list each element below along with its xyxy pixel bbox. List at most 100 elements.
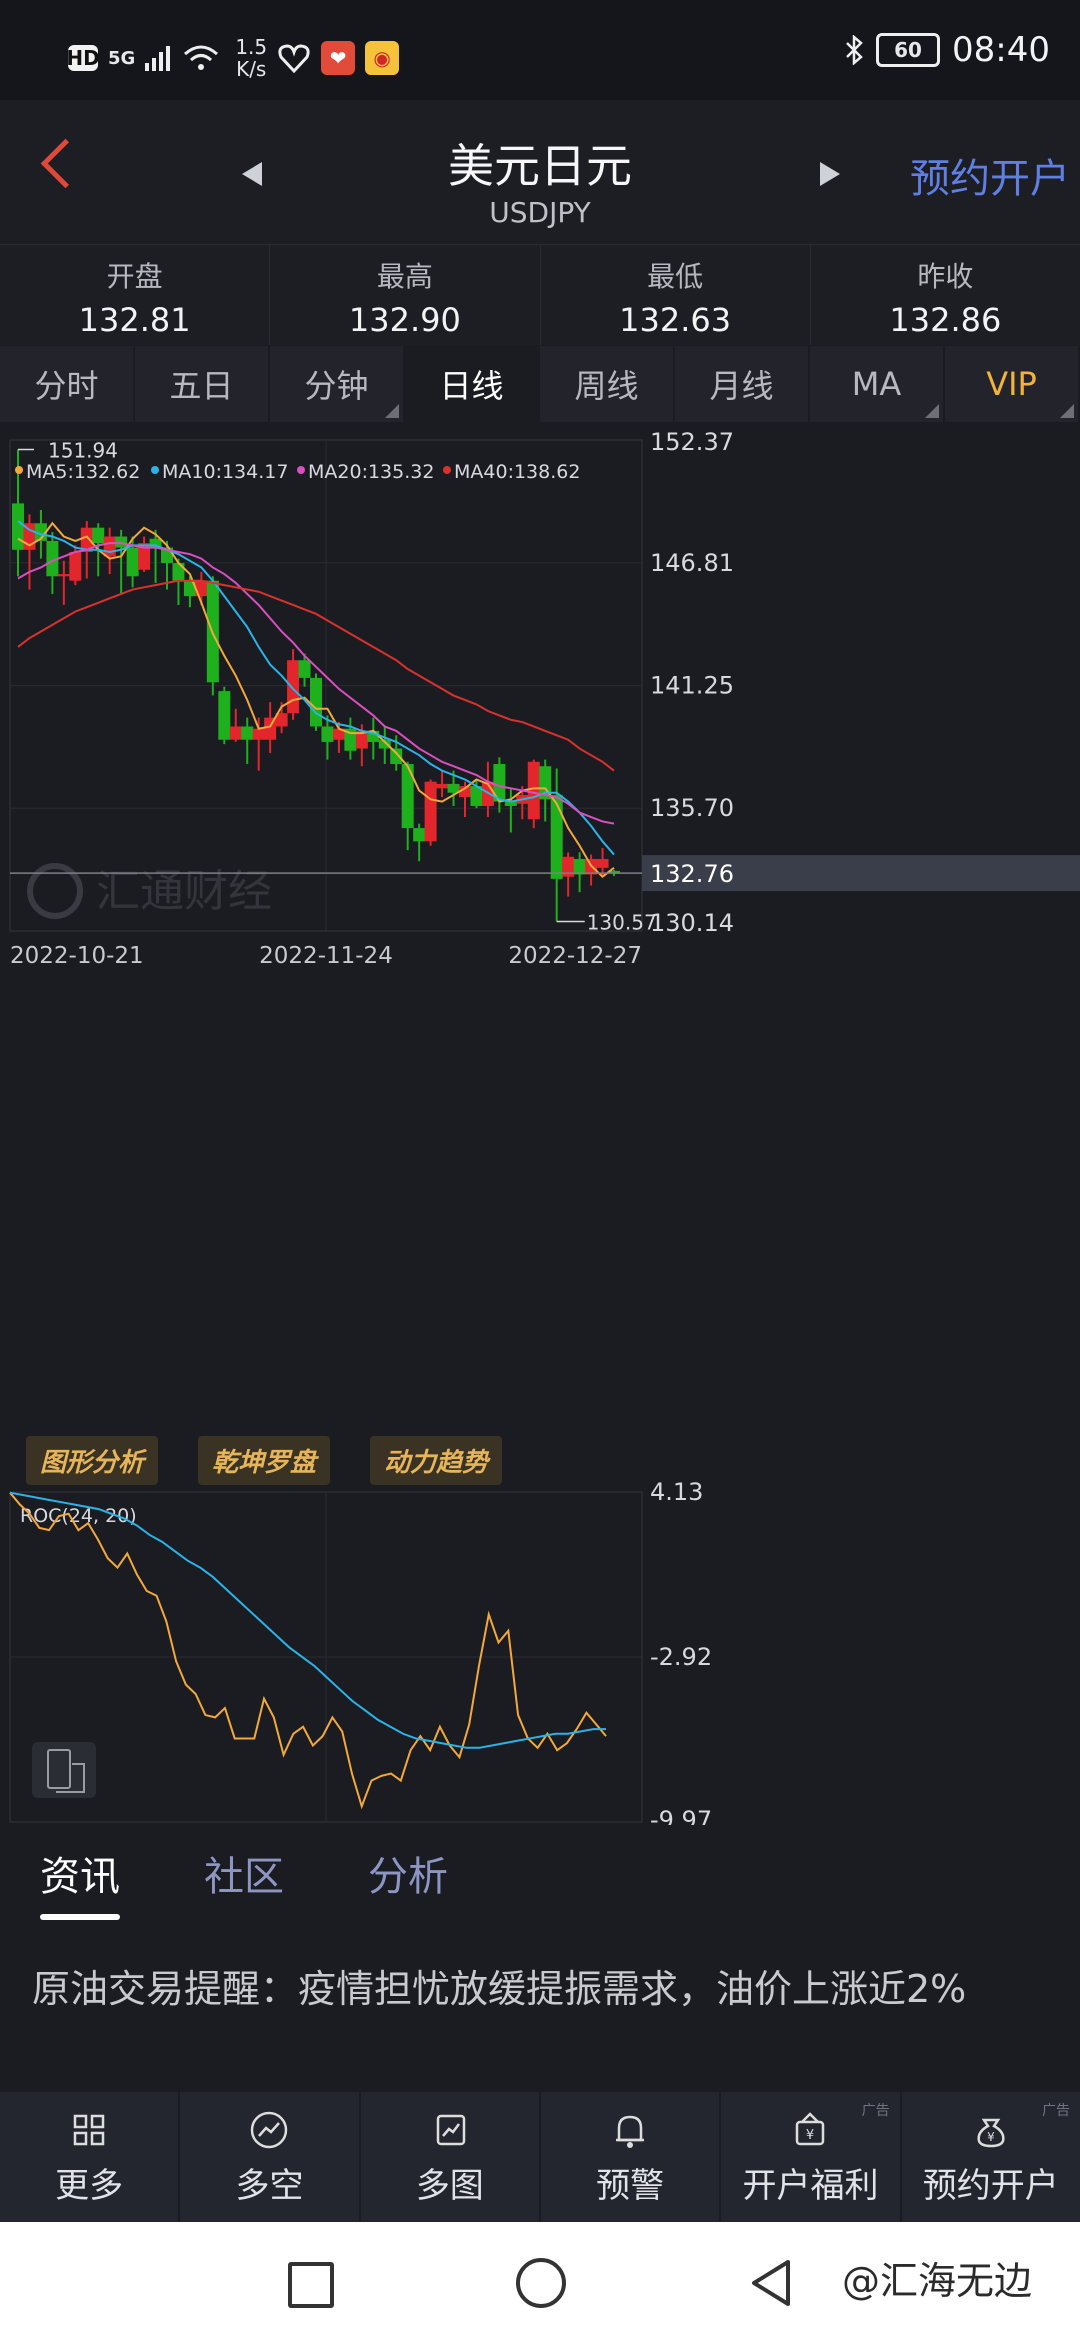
tab-ma[interactable]: MA xyxy=(810,346,945,422)
nav-label: 预警 xyxy=(596,2165,665,2206)
tab-community[interactable]: 社区 xyxy=(204,1844,284,1902)
weibo-icon: ◉ xyxy=(365,41,400,75)
ad-tag: 广告 xyxy=(1041,2103,1070,2119)
y-tick-label: 130.14 xyxy=(650,909,734,937)
y-tick-label: 4.13 xyxy=(650,1480,703,1506)
quote-label: 最低 xyxy=(647,260,704,293)
status-right: 60 08:40 xyxy=(844,30,1050,70)
current-price-label: 132.76 xyxy=(650,860,734,888)
tab-weekly[interactable]: 周线 xyxy=(540,346,675,422)
max-price-label: 151.94 xyxy=(48,438,118,462)
candle-body xyxy=(252,728,265,740)
candle-body xyxy=(424,781,437,842)
tab-daily[interactable]: 日线 xyxy=(405,346,540,422)
news-headline[interactable]: 原油交易提醒：疫情担忧放缓提振需求，油价上涨近2% xyxy=(32,1958,966,2013)
tab-monthly[interactable]: 月线 xyxy=(675,346,810,422)
hd-icon: HD xyxy=(66,45,100,71)
period-tabs: 分时 五日 分钟 日线 周线 月线 MA VIP xyxy=(0,346,1080,422)
y-tick-label: 152.37 xyxy=(650,428,734,456)
tab-five-day[interactable]: 五日 xyxy=(135,346,270,422)
footer-watermark: @汇海无边 xyxy=(842,2259,1033,2303)
quote-value: 132.90 xyxy=(348,301,461,339)
candle-body xyxy=(241,726,254,740)
compass-button[interactable]: 乾坤罗盘 xyxy=(198,1436,331,1485)
home-button[interactable] xyxy=(516,2258,566,2308)
tab-analysis[interactable]: 分析 xyxy=(368,1844,448,1902)
tab-vip-label: VIP xyxy=(986,365,1037,403)
money-bag-icon: ¥ xyxy=(977,2118,1005,2147)
candle-body xyxy=(573,858,586,875)
legend-item: MA20:135.32 xyxy=(308,461,434,483)
quote-row: 开盘 132.81 最高 132.90 最低 132.63 昨收 132.86 xyxy=(0,244,1080,345)
quote-value: 132.63 xyxy=(619,301,732,339)
net-speed-unit: K/s xyxy=(236,57,267,81)
svg-text:¥: ¥ xyxy=(806,2128,814,2143)
nav-label: 多图 xyxy=(415,2165,484,2206)
legend-dot xyxy=(297,466,305,474)
tab-vip[interactable]: VIP xyxy=(945,346,1080,422)
status-left: HD 5G 1.5 K/s ❤ ◉ xyxy=(66,36,400,80)
candle-body xyxy=(218,691,231,740)
legend-item: MA10:134.17 xyxy=(162,461,288,483)
tab-news[interactable]: 资讯 xyxy=(40,1844,120,1920)
news-tabs: 资讯 社区 分析 xyxy=(40,1844,448,1920)
dropdown-corner-icon xyxy=(385,404,399,418)
quote-label: 昨收 xyxy=(917,260,974,293)
nav-open-account[interactable]: 广告 ¥ 预约开户 xyxy=(902,2092,1080,2222)
x-tick-label: 2022-10-21 xyxy=(10,943,144,969)
graph-analysis-button[interactable]: 图形分析 xyxy=(26,1436,159,1485)
dropdown-corner-icon xyxy=(925,404,939,418)
next-symbol-icon[interactable] xyxy=(820,162,840,186)
nav-more[interactable]: 更多 xyxy=(0,2092,181,2222)
tab-minute[interactable]: 分钟 xyxy=(270,346,405,422)
candle-body xyxy=(57,574,70,577)
svg-text:¥: ¥ xyxy=(987,2130,995,2144)
quote-high: 最高 132.90 xyxy=(270,245,541,345)
candle-body xyxy=(310,677,322,727)
x-tick-label: 2022-11-24 xyxy=(259,943,393,969)
tab-intraday[interactable]: 分时 xyxy=(0,346,135,422)
nav-label: 多空 xyxy=(235,2165,304,2206)
x-tick-label: 2022-12-27 xyxy=(508,943,642,969)
candle-body xyxy=(172,563,185,581)
recents-button[interactable] xyxy=(288,2262,334,2308)
signal-icon: 5G xyxy=(108,47,136,69)
dropdown-corner-icon xyxy=(1060,404,1074,418)
candle-body xyxy=(390,748,403,765)
cell-bars-icon xyxy=(145,46,171,71)
status-time: 08:40 xyxy=(952,30,1050,70)
candlestick-chart[interactable]: 152.37146.81141.25135.70130.14汇通财经MA5:13… xyxy=(0,428,1080,1428)
nav-account-bonus[interactable]: 广告 ¥ 开户福利 xyxy=(721,2092,902,2222)
y-tick-label: 135.70 xyxy=(650,794,734,822)
nav-multi-chart[interactable]: 多图 xyxy=(361,2092,541,2222)
legend-dot xyxy=(15,466,23,474)
quote-prev-close: 昨收 132.86 xyxy=(811,245,1080,345)
nav-long-short[interactable]: 多空 xyxy=(180,2092,361,2222)
quote-label: 最高 xyxy=(376,260,433,293)
bluetooth-icon xyxy=(846,35,863,65)
candle-body xyxy=(229,726,242,740)
legend-item: MA40:138.62 xyxy=(454,461,580,483)
roc-indicator-chart[interactable]: 4.13-2.92-9.97ROC(24, 20) xyxy=(0,1480,1080,1825)
net-speed: 1.5 K/s xyxy=(235,36,267,80)
gift-icon: ¥ xyxy=(796,2111,825,2145)
y-tick-label: 141.25 xyxy=(650,672,734,700)
status-bar: HD 5G 1.5 K/s ❤ ◉ 60 08:40 xyxy=(0,0,1080,100)
y-tick-label: 146.81 xyxy=(650,549,734,577)
open-account-link[interactable]: 预约开户 xyxy=(910,146,1070,204)
candle-body xyxy=(12,503,24,550)
wifi-icon xyxy=(184,45,219,70)
nav-alert[interactable]: 预警 xyxy=(541,2092,722,2222)
quote-low: 最低 132.63 xyxy=(541,245,811,345)
candle-body xyxy=(436,783,449,789)
tab-minute-label: 分钟 xyxy=(304,367,369,405)
momentum-trend-button[interactable]: 动力趋势 xyxy=(370,1436,503,1485)
back-nav-button[interactable] xyxy=(748,2258,794,2308)
quote-label: 开盘 xyxy=(106,260,163,293)
candle-body xyxy=(550,794,563,879)
candle-body xyxy=(321,726,334,742)
ad-tag: 广告 xyxy=(861,2103,890,2119)
grid-icon xyxy=(73,2114,105,2145)
y-tick-label: -2.92 xyxy=(650,1643,712,1671)
battery-icon: 60 xyxy=(876,33,941,67)
